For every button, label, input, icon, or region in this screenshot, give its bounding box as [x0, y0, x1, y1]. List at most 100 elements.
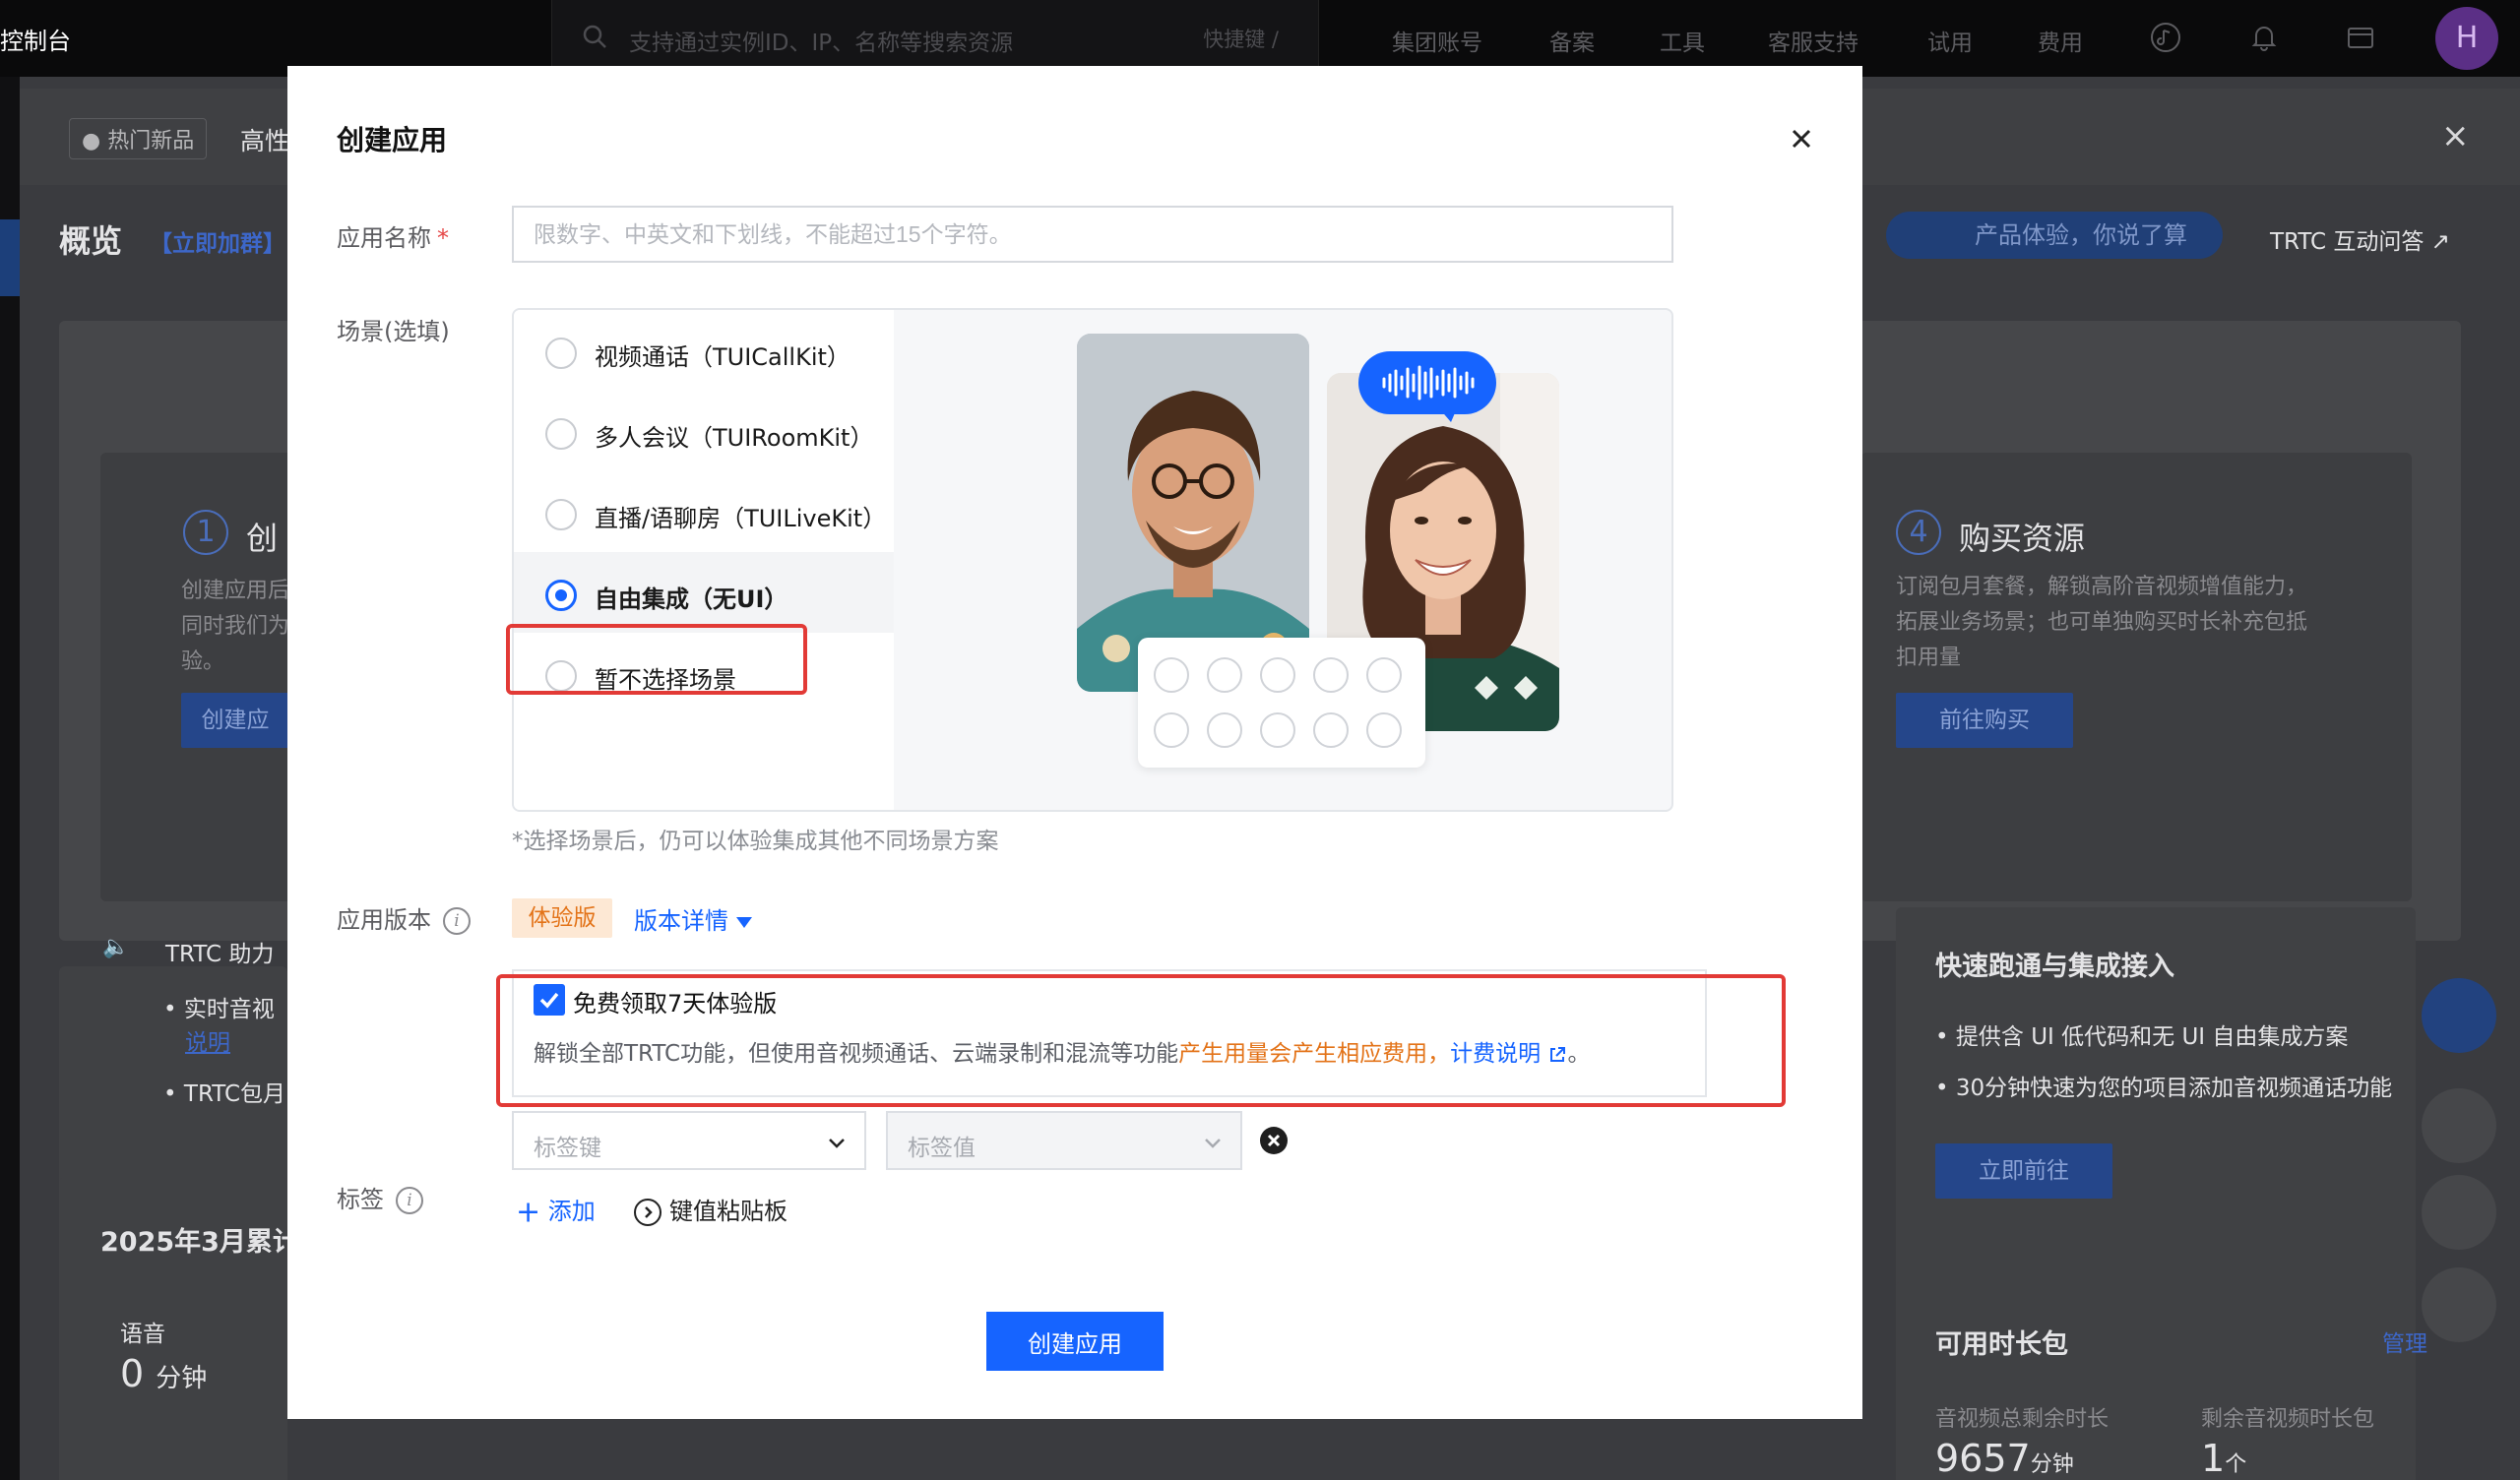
android-icon: [1207, 657, 1242, 693]
step4-card: [1860, 453, 2412, 901]
check-icon: [539, 992, 559, 1009]
join-group-link[interactable]: 【立即加群】: [150, 224, 285, 258]
remove-tag-icon[interactable]: [1260, 1127, 1288, 1154]
close-icon[interactable]: [1784, 121, 1819, 156]
create-app-button[interactable]: 创建应用: [986, 1312, 1164, 1371]
flutter-icon: [1260, 657, 1295, 693]
step1-desc-1: 创建应用后: [181, 579, 290, 603]
monthly-title: 2025年3月累计: [100, 1227, 299, 1258]
step1-desc-2: 同时我们为: [181, 614, 290, 639]
trial-checkbox[interactable]: [534, 984, 565, 1016]
nav-support[interactable]: 客服支持: [1768, 24, 1858, 57]
chevron-down-icon: [829, 1139, 845, 1148]
scene-option-none[interactable]: 暂不选择场景: [514, 633, 894, 713]
scene-option-label: 直播/语聊房（TUILiveKit）: [595, 505, 887, 532]
voice-value: 0 分钟: [120, 1352, 208, 1395]
bell-icon[interactable]: [2248, 22, 2280, 53]
cloud-float-button[interactable]: [2422, 1088, 2496, 1163]
voice-label: 语音: [120, 1322, 165, 1347]
step1-button[interactable]: 创建应: [181, 693, 289, 748]
docs-float-button[interactable]: [2422, 1175, 2496, 1250]
tag-key-placeholder: 标签键: [534, 1136, 601, 1161]
step4-desc-3: 扣用量: [1896, 646, 1962, 670]
customer-service-float-button[interactable]: [2422, 978, 2496, 1053]
step1-desc-3: 验。: [181, 649, 225, 674]
quick-start-button[interactable]: 立即前往: [1935, 1143, 2112, 1199]
scene-hint: *选择场景后，仍可以体验集成其他不同场景方案: [512, 829, 999, 854]
nav-group-account[interactable]: 集团账号: [1392, 24, 1482, 57]
voice-bubble: [1358, 351, 1496, 422]
step4-title: 购买资源: [1959, 520, 2086, 557]
list-float-button[interactable]: [2422, 1267, 2496, 1342]
left-rail-active: [0, 219, 20, 296]
feedback-pill[interactable]: 产品体验，你说了算: [1886, 212, 2223, 259]
nav-billing[interactable]: 费用: [2038, 24, 2083, 57]
tag-value-placeholder: 标签值: [908, 1136, 976, 1161]
qa-link[interactable]: TRTC 互动问答 ↗: [2270, 222, 2450, 256]
app-name-label: 应用名称 *: [337, 224, 449, 252]
tag-key-select[interactable]: 标签键: [512, 1111, 866, 1170]
scene-option-free-integration[interactable]: 自由集成（无UI）: [514, 552, 894, 633]
assistant-item1: • 实时音视: [163, 997, 275, 1022]
modal-title: 创建应用: [337, 124, 448, 156]
billing-link[interactable]: 计费说明: [1450, 1041, 1567, 1067]
announcement-close-icon[interactable]: ×: [2441, 116, 2470, 155]
user-avatar[interactable]: H: [2435, 7, 2498, 70]
assistant-item2: • TRTC包月: [163, 1081, 286, 1107]
nav-tools[interactable]: 工具: [1660, 24, 1705, 57]
radio-button-selected[interactable]: [545, 580, 577, 611]
radio-button[interactable]: [545, 418, 577, 450]
radio-button[interactable]: [545, 499, 577, 530]
app-name-input[interactable]: [512, 206, 1673, 263]
plus-icon: +: [516, 1195, 541, 1230]
quick-item1: • 提供含 UI 低代码和无 UI 自由集成方案: [1935, 1024, 2349, 1050]
platform-icons-panel: [1138, 638, 1425, 768]
react-icon: [1313, 657, 1349, 693]
key-value-paste-button[interactable]: 键值粘贴板: [634, 1192, 788, 1226]
external-link-icon: [1550, 1046, 1566, 1062]
radio-button[interactable]: [545, 338, 577, 369]
scene-option-live[interactable]: 直播/语聊房（TUILiveKit）: [514, 471, 894, 552]
create-app-modal: 创建应用 应用名称* 场景(选填) 视频通话（TUICallKit） 多人会议（…: [287, 66, 1862, 1419]
assistant-item1-link[interactable]: 说明: [185, 1023, 230, 1057]
step4-number: 4: [1896, 510, 1941, 555]
wallet-icon[interactable]: [2345, 22, 2376, 53]
version-details-dropdown[interactable]: 版本详情: [634, 901, 752, 936]
package-manage-link[interactable]: 管理: [2382, 1325, 2427, 1358]
info-icon[interactable]: i: [396, 1187, 423, 1214]
scene-option-meeting[interactable]: 多人会议（TUIRoomKit）: [514, 391, 894, 471]
apple-icon: [1154, 657, 1189, 693]
scene-illustration: [894, 310, 1671, 810]
scene-option-video-call[interactable]: 视频通话（TUICallKit）: [514, 310, 894, 391]
trial-version-tag: 体验版: [512, 898, 612, 938]
hot-badge: ● 热门新品: [69, 118, 208, 159]
step4-desc-1: 订阅包月套餐，解锁高阶音视频增值能力，: [1896, 575, 2308, 599]
scene-option-label: 自由集成（无UI）: [595, 586, 788, 613]
sound-wave-icon: [1382, 365, 1475, 401]
chevron-down-icon: [1205, 1139, 1221, 1148]
scene-selector: 视频通话（TUICallKit） 多人会议（TUIRoomKit） 直播/语聊房…: [512, 308, 1673, 812]
left-rail: [0, 77, 20, 1480]
scene-option-label: 多人会议（TUIRoomKit）: [595, 424, 874, 452]
music-note-icon[interactable]: [2150, 22, 2181, 53]
console-brand[interactable]: 控制台: [0, 22, 71, 56]
package-count-value: 1个: [2201, 1437, 2247, 1480]
radio-button[interactable]: [545, 660, 577, 692]
nav-filing[interactable]: 备案: [1549, 24, 1595, 57]
search-icon: [583, 25, 606, 48]
tag-value-select[interactable]: 标签值: [886, 1111, 1242, 1170]
package-count-label: 剩余音视频时长包: [2201, 1407, 2375, 1432]
trial-description: 解锁全部TRTC功能，但使用音视频通话、云端录制和混流等功能产生用量会产生相应费…: [534, 1041, 1591, 1067]
trial-checkbox-label: 免费领取7天体验版: [573, 990, 778, 1018]
unity-icon: [1313, 712, 1349, 748]
more-icon: [1366, 712, 1402, 748]
info-icon[interactable]: i: [443, 907, 471, 935]
scene-option-list: 视频通话（TUICallKit） 多人会议（TUIRoomKit） 直播/语聊房…: [514, 310, 894, 810]
nav-trial[interactable]: 试用: [1927, 24, 1973, 57]
required-mark: *: [437, 224, 449, 252]
add-tag-button[interactable]: + 添加: [516, 1192, 596, 1230]
speaker-icon: 🔈: [102, 935, 130, 959]
fee-warning: 产生用量会产生相应费用，: [1178, 1041, 1451, 1067]
step4-buy-button[interactable]: 前往购买: [1896, 693, 2073, 748]
quick-item2: • 30分钟快速为您的项目添加音视频通话功能: [1935, 1076, 2393, 1101]
